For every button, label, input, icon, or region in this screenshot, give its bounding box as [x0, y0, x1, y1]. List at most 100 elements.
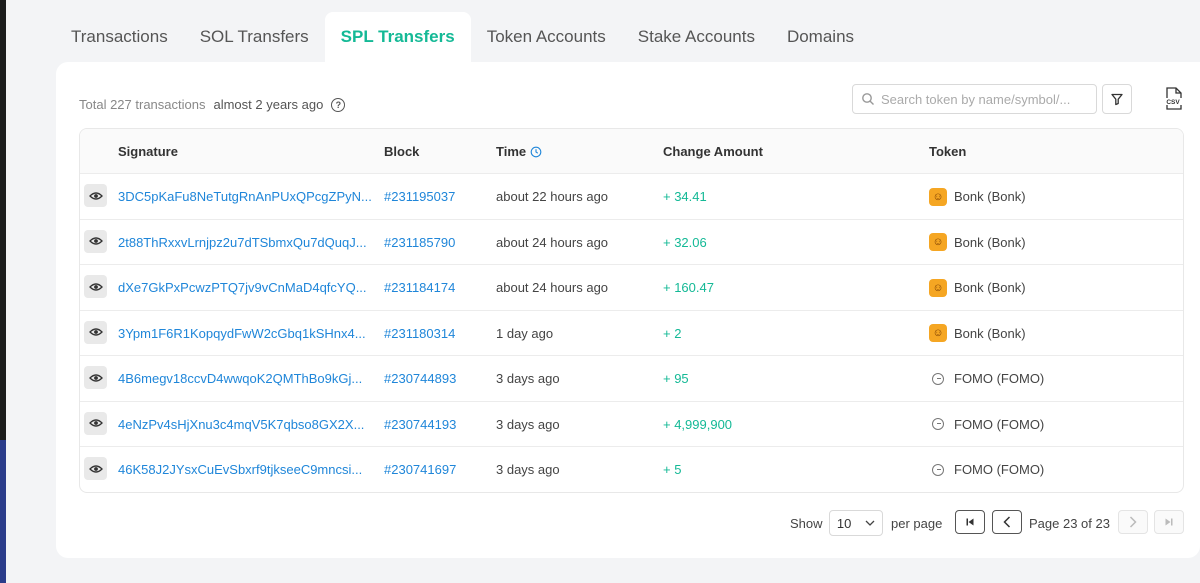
block-link[interactable]: #231184174 — [384, 265, 455, 310]
block-link[interactable]: #231180314 — [384, 311, 455, 356]
page-size-value: 10 — [836, 515, 852, 531]
eye-icon — [88, 282, 103, 291]
header-time: Time — [496, 129, 542, 174]
change-amount-value: + 2 — [663, 325, 682, 341]
time-value: about 24 hours ago — [496, 280, 609, 295]
view-transaction-button[interactable] — [84, 366, 107, 389]
token-cell[interactable]: FOMO (FOMO) — [929, 402, 1044, 447]
token-name: FOMO (FOMO) — [954, 371, 1045, 386]
token-cell[interactable]: ☺ Bonk (Bonk) — [929, 265, 1026, 310]
tab-transactions[interactable]: Transactions — [55, 12, 184, 62]
first-page-button[interactable] — [955, 510, 985, 534]
tab-stake-accounts[interactable]: Stake Accounts — [622, 12, 771, 62]
token-cell[interactable]: FOMO (FOMO) — [929, 447, 1044, 492]
tab-token-accounts[interactable]: Token Accounts — [471, 12, 622, 62]
filter-icon — [1111, 93, 1123, 106]
search-input[interactable] — [881, 91, 1091, 107]
block-link[interactable]: #231185790 — [384, 220, 455, 265]
header-signature: Signature — [118, 144, 178, 159]
token-cell[interactable]: ☺ Bonk (Bonk) — [929, 174, 1026, 219]
signature-link[interactable]: dXe7GkPxPcwzPTQ7jv9vCnMaD4qfcYQ... — [118, 265, 367, 310]
token-search[interactable] — [852, 84, 1097, 114]
view-transaction-button[interactable] — [84, 275, 107, 298]
token-name: FOMO (FOMO) — [954, 416, 1045, 432]
signature-link[interactable]: 4B6megv18ccvD4wwqoK2QMThBo9kGj... — [118, 356, 362, 401]
filter-button[interactable] — [1102, 84, 1132, 114]
token-cell[interactable]: FOMO (FOMO) — [929, 356, 1044, 401]
help-icon[interactable]: ? — [331, 97, 346, 112]
view-transaction-button[interactable] — [84, 229, 107, 253]
block-link[interactable]: #230744193 — [384, 402, 456, 447]
view-transaction-button[interactable] — [84, 320, 107, 344]
header-token: Token — [929, 144, 967, 159]
per-page-label: per page — [891, 515, 943, 531]
transfers-table: Signature Block Time Change Amount Token… — [79, 128, 1184, 493]
chevron-down-icon — [865, 520, 875, 526]
change-amount-value: + 160.47 — [663, 280, 714, 295]
eye-icon — [88, 328, 103, 336]
search-icon — [862, 93, 874, 105]
background-window-edge — [0, 0, 6, 583]
eye-icon — [88, 464, 103, 473]
table-body: 3DC5pKaFu8NeTutgRnAnPUxQPcgZPyN... #23119… — [80, 174, 1183, 492]
signature-link[interactable]: 3Ypm1F6R1KopqydFwW2cGbq1kSHnx4... — [118, 311, 366, 356]
csv-file-icon: CSV — [1163, 87, 1183, 110]
change-amount-value: + 5 — [663, 462, 682, 477]
change-amount-value: + 34.41 — [663, 189, 707, 204]
token-cell[interactable]: ☺ Bonk (Bonk) — [929, 220, 1026, 265]
table-row: 46K58J2JYsxCuEvSbxrf9tjkseeC9mncsi... #23… — [80, 447, 1183, 492]
svg-text:CSV: CSV — [1166, 99, 1180, 106]
next-page-button[interactable] — [1118, 510, 1148, 534]
eye-icon — [88, 237, 103, 245]
clock-icon[interactable] — [530, 146, 542, 158]
table-row: 4eNzPv4sHjXnu3c4mqV5K7qbso8GX2X... #23074… — [80, 402, 1183, 447]
fomo-icon — [932, 372, 944, 385]
signature-link[interactable]: 3DC5pKaFu8NeTutgRnAnPUxQPcgZPyN... — [118, 174, 372, 219]
change-amount-value: + 4,999,900 — [663, 416, 733, 432]
token-name: FOMO (FOMO) — [954, 462, 1045, 477]
tab-spl-transfers[interactable]: SPL Transfers — [324, 12, 471, 62]
fomo-icon — [932, 463, 944, 476]
token-name: Bonk (Bonk) — [954, 325, 1026, 341]
table-row: 2t88ThRxxvLrnjpz2u7dTSbmxQu7dQuqJ... #231… — [80, 220, 1183, 265]
time-ago: almost 2 years ago — [213, 97, 324, 112]
block-link[interactable]: #230741697 — [384, 447, 456, 492]
time-value: about 22 hours ago — [496, 189, 609, 204]
signature-link[interactable]: 4eNzPv4sHjXnu3c4mqV5K7qbso8GX2X... — [118, 402, 364, 447]
tab-bar: Transactions SOL Transfers SPL Transfers… — [55, 12, 870, 62]
bonk-icon: ☺ — [929, 324, 947, 342]
bonk-icon: ☺ — [929, 233, 947, 251]
signature-link[interactable]: 2t88ThRxxvLrnjpz2u7dTSbmxQu7dQuqJ... — [118, 220, 367, 265]
header-block: Block — [384, 144, 420, 159]
block-link[interactable]: #231195037 — [384, 174, 455, 219]
prev-page-button[interactable] — [992, 510, 1022, 534]
page-size-select[interactable]: 10 — [829, 510, 883, 536]
total-transactions: Total 227 transactions — [79, 97, 206, 112]
token-name: Bonk (Bonk) — [954, 234, 1026, 250]
background-window-highlight — [0, 440, 6, 583]
token-name: Bonk (Bonk) — [954, 189, 1026, 204]
tab-domains[interactable]: Domains — [771, 12, 870, 62]
view-transaction-button[interactable] — [84, 457, 107, 480]
time-value: 3 days ago — [496, 462, 560, 477]
page-info: Page 23 of 23 — [1029, 515, 1110, 531]
bonk-icon: ☺ — [929, 187, 947, 206]
transaction-summary: Total 227 transactions almost 2 years ag… — [79, 97, 346, 112]
change-amount-value: + 95 — [663, 371, 689, 386]
view-transaction-button[interactable] — [84, 184, 107, 207]
tab-sol-transfers[interactable]: SOL Transfers — [184, 12, 325, 62]
last-page-button[interactable] — [1154, 510, 1184, 534]
table-header: Signature Block Time Change Amount Token — [80, 129, 1183, 174]
block-link[interactable]: #230744893 — [384, 356, 456, 401]
token-name: Bonk (Bonk) — [954, 280, 1026, 295]
eye-icon — [88, 191, 103, 200]
table-row: dXe7GkPxPcwzPTQ7jv9vCnMaD4qfcYQ... #23118… — [80, 265, 1183, 311]
view-transaction-button[interactable] — [84, 411, 107, 435]
signature-link[interactable]: 46K58J2JYsxCuEvSbxrf9tjkseeC9mncsi... — [118, 447, 362, 492]
export-csv-button[interactable]: CSV — [1158, 84, 1188, 114]
show-label: Show — [790, 515, 823, 531]
bonk-icon: ☺ — [929, 278, 947, 297]
time-value: 1 day ago — [496, 325, 554, 341]
chevron-left-icon — [1003, 516, 1011, 528]
token-cell[interactable]: ☺ Bonk (Bonk) — [929, 311, 1026, 356]
